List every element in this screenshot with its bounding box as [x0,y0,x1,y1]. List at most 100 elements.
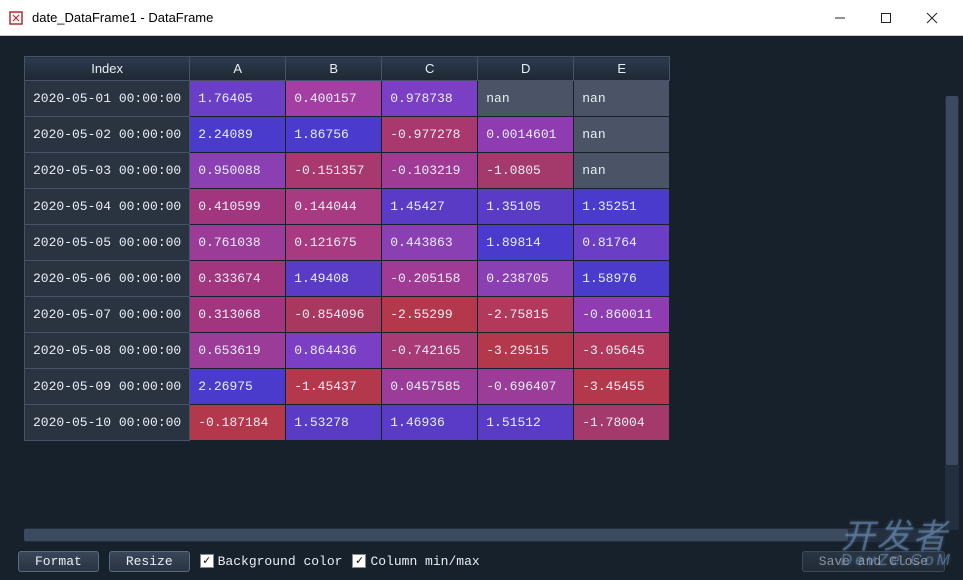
data-cell[interactable]: 1.76405 [190,81,286,117]
data-cell[interactable]: nan [574,81,670,117]
checkbox-box: ✓ [200,554,214,568]
titlebar: date_DataFrame1 - DataFrame [0,0,963,36]
column-header-D[interactable]: D [478,57,574,81]
data-cell[interactable]: -1.45437 [286,369,382,405]
index-cell[interactable]: 2020-05-03 00:00:00 [25,153,190,189]
data-cell[interactable]: 2.26975 [190,369,286,405]
data-cell[interactable]: 1.35105 [478,189,574,225]
index-cell[interactable]: 2020-05-08 00:00:00 [25,333,190,369]
data-cell[interactable]: nan [478,81,574,117]
format-button[interactable]: Format [18,551,99,572]
data-cell[interactable]: 1.53278 [286,405,382,441]
index-cell[interactable]: 2020-05-10 00:00:00 [25,405,190,441]
data-cell[interactable]: 1.58976 [574,261,670,297]
data-cell[interactable]: -3.45455 [574,369,670,405]
index-cell[interactable]: 2020-05-02 00:00:00 [25,117,190,153]
close-button[interactable] [909,0,955,36]
index-cell[interactable]: 2020-05-01 00:00:00 [25,81,190,117]
column-header-E[interactable]: E [574,57,670,81]
app-icon [8,10,24,26]
data-cell[interactable]: 0.443863 [382,225,478,261]
data-cell[interactable]: -0.854096 [286,297,382,333]
data-cell[interactable]: -0.103219 [382,153,478,189]
table-row: 2020-05-03 00:00:000.950088-0.151357-0.1… [25,153,670,189]
table-row: 2020-05-06 00:00:000.3336741.49408-0.205… [25,261,670,297]
data-cell[interactable]: -0.742165 [382,333,478,369]
checkbox-box: ✓ [352,554,366,568]
background-color-checkbox[interactable]: ✓ Background color [200,554,343,569]
table-row: 2020-05-02 00:00:002.240891.86756-0.9772… [25,117,670,153]
column-minmax-checkbox[interactable]: ✓ Column min/max [352,554,479,569]
horizontal-scrollbar-thumb[interactable] [24,529,848,541]
index-cell[interactable]: 2020-05-05 00:00:00 [25,225,190,261]
data-cell[interactable]: -0.860011 [574,297,670,333]
minimize-button[interactable] [817,0,863,36]
column-header-B[interactable]: B [286,57,382,81]
data-cell[interactable]: -0.205158 [382,261,478,297]
horizontal-scrollbar[interactable] [24,528,939,542]
table-scroll-area[interactable]: IndexABCDE 2020-05-01 00:00:001.764050.4… [24,56,939,536]
data-cell[interactable]: 1.45427 [382,189,478,225]
data-cell[interactable]: 0.81764 [574,225,670,261]
save-and-close-button[interactable]: Save and Close [802,551,945,572]
data-cell[interactable]: -2.55299 [382,297,478,333]
data-cell[interactable]: 1.86756 [286,117,382,153]
data-cell[interactable]: 0.950088 [190,153,286,189]
column-header-C[interactable]: C [382,57,478,81]
index-cell[interactable]: 2020-05-06 00:00:00 [25,261,190,297]
table-row: 2020-05-10 00:00:00-0.1871841.532781.469… [25,405,670,441]
table-row: 2020-05-01 00:00:001.764050.4001570.9787… [25,81,670,117]
vertical-scrollbar-thumb[interactable] [946,96,958,465]
data-cell[interactable]: 0.0014601 [478,117,574,153]
data-cell[interactable]: 0.653619 [190,333,286,369]
checkbox-label: Column min/max [370,554,479,569]
data-cell[interactable]: 0.410599 [190,189,286,225]
data-cell[interactable]: 1.46936 [382,405,478,441]
data-cell[interactable]: -2.75815 [478,297,574,333]
data-cell[interactable]: -3.05645 [574,333,670,369]
index-cell[interactable]: 2020-05-07 00:00:00 [25,297,190,333]
table-row: 2020-05-08 00:00:000.6536190.864436-0.74… [25,333,670,369]
data-cell[interactable]: nan [574,153,670,189]
data-cell[interactable]: -3.29515 [478,333,574,369]
column-header-A[interactable]: A [190,57,286,81]
data-cell[interactable]: 0.238705 [478,261,574,297]
data-cell[interactable]: 0.400157 [286,81,382,117]
index-cell[interactable]: 2020-05-09 00:00:00 [25,369,190,405]
data-cell[interactable]: 2.24089 [190,117,286,153]
table-row: 2020-05-09 00:00:002.26975-1.454370.0457… [25,369,670,405]
data-cell[interactable]: 0.0457585 [382,369,478,405]
data-cell[interactable]: 0.761038 [190,225,286,261]
data-cell[interactable]: 0.333674 [190,261,286,297]
resize-button[interactable]: Resize [109,551,190,572]
data-cell[interactable]: -1.0805 [478,153,574,189]
index-cell[interactable]: 2020-05-04 00:00:00 [25,189,190,225]
table-container: IndexABCDE 2020-05-01 00:00:001.764050.4… [0,36,963,546]
data-cell[interactable]: 1.35251 [574,189,670,225]
window-title: date_DataFrame1 - DataFrame [32,10,817,25]
data-cell[interactable]: 1.49408 [286,261,382,297]
data-cell[interactable]: nan [574,117,670,153]
data-cell[interactable]: -1.78004 [574,405,670,441]
index-header[interactable]: Index [25,57,190,81]
data-cell[interactable]: 0.121675 [286,225,382,261]
window-controls [817,0,955,36]
data-cell[interactable]: -0.187184 [190,405,286,441]
data-cell[interactable]: 0.864436 [286,333,382,369]
data-cell[interactable]: 0.978738 [382,81,478,117]
data-cell[interactable]: 0.144044 [286,189,382,225]
toolbar: Format Resize ✓ Background color ✓ Colum… [0,546,963,580]
data-cell[interactable]: 0.313068 [190,297,286,333]
table-row: 2020-05-05 00:00:000.7610380.1216750.443… [25,225,670,261]
maximize-button[interactable] [863,0,909,36]
vertical-scrollbar[interactable] [945,96,959,530]
table-row: 2020-05-07 00:00:000.313068-0.854096-2.5… [25,297,670,333]
data-cell[interactable]: -0.696407 [478,369,574,405]
data-cell[interactable]: -0.977278 [382,117,478,153]
data-cell[interactable]: 1.89814 [478,225,574,261]
app-body: IndexABCDE 2020-05-01 00:00:001.764050.4… [0,36,963,580]
data-cell[interactable]: 1.51512 [478,405,574,441]
table-row: 2020-05-04 00:00:000.4105990.1440441.454… [25,189,670,225]
dataframe-table: IndexABCDE 2020-05-01 00:00:001.764050.4… [24,56,670,441]
data-cell[interactable]: -0.151357 [286,153,382,189]
